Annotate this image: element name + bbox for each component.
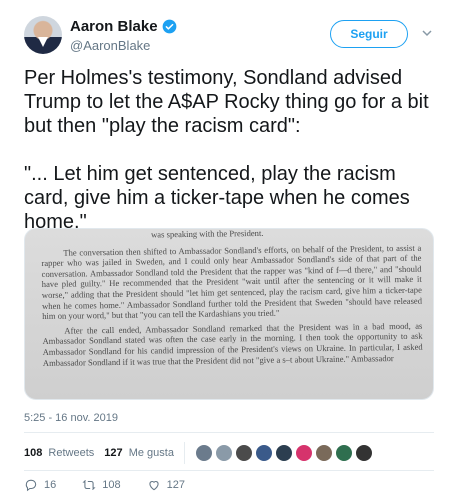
- author-avatar[interactable]: [24, 16, 62, 54]
- liker-avatar[interactable]: [314, 444, 333, 462]
- liker-avatar[interactable]: [274, 444, 293, 462]
- retweets-label: Retweets: [48, 447, 95, 459]
- retweet-icon: [82, 479, 96, 491]
- tweet-actions: 16 108 127: [24, 478, 211, 492]
- likes-stat[interactable]: 127 Me gusta: [104, 447, 174, 459]
- liker-avatar[interactable]: [354, 444, 373, 462]
- reply-icon: [25, 479, 37, 492]
- liker-avatar[interactable]: [254, 444, 273, 462]
- document-cut-line: was speaking with the President.: [150, 228, 264, 240]
- retweet-action[interactable]: 108: [82, 478, 121, 492]
- divider: [24, 470, 434, 471]
- author-handle[interactable]: @AaronBlake: [70, 38, 150, 53]
- tweet-stats: 108 Retweets 127 Me gusta: [24, 440, 373, 466]
- liker-avatar[interactable]: [194, 444, 213, 462]
- retweets-count: 108: [24, 447, 43, 459]
- likes-label: Me gusta: [128, 447, 174, 459]
- retweet-count: 108: [102, 479, 121, 491]
- like-count: 127: [166, 479, 185, 491]
- divider: [24, 432, 434, 433]
- chevron-down-icon[interactable]: [420, 26, 434, 40]
- reply-action[interactable]: 16: [24, 478, 56, 492]
- document-text: was speaking with the President. The con…: [41, 228, 423, 372]
- retweets-stat[interactable]: 108 Retweets: [24, 447, 94, 459]
- document-paragraph: After the call ended, Ambassador Sondlan…: [42, 320, 423, 368]
- liker-avatar[interactable]: [234, 444, 253, 462]
- document-paragraph: The conversation then shifted to Ambassa…: [41, 242, 423, 322]
- tweet-text: Per Holmes's testimony, Sondland advised…: [24, 66, 438, 234]
- tweet-timestamp[interactable]: 5:25 - 16 nov. 2019: [24, 412, 118, 424]
- liker-avatar[interactable]: [334, 444, 353, 462]
- tweet-paragraph: Per Holmes's testimony, Sondland advised…: [24, 67, 429, 137]
- liker-avatars: [194, 444, 373, 462]
- tweet-paragraph: "... Let him get sentenced, play the rac…: [24, 163, 410, 233]
- tweet-header: Aaron Blake @AaronBlake Seguir: [24, 14, 436, 58]
- reply-count: 16: [44, 479, 57, 491]
- likes-count: 127: [104, 447, 123, 459]
- stats-separator: [183, 442, 185, 464]
- heart-icon: [149, 481, 159, 491]
- like-action[interactable]: 127: [147, 478, 185, 492]
- verified-badge-icon: [162, 19, 176, 34]
- liker-avatar[interactable]: [214, 444, 233, 462]
- liker-avatar[interactable]: [294, 444, 313, 462]
- attached-document-photo[interactable]: was speaking with the President. The con…: [24, 228, 434, 400]
- author-display-name[interactable]: Aaron Blake: [70, 18, 158, 35]
- author-name-row[interactable]: Aaron Blake: [70, 18, 177, 35]
- follow-button[interactable]: Seguir: [330, 20, 408, 48]
